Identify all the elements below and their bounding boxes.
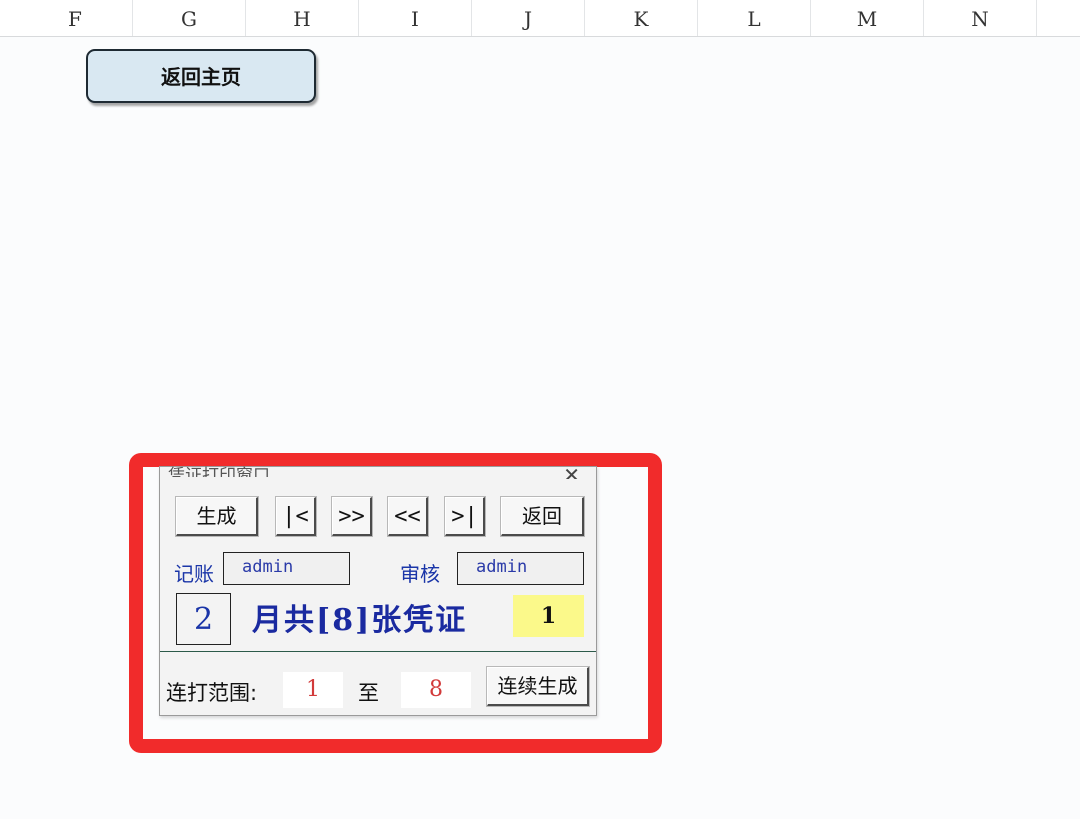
column-header-M[interactable]: M xyxy=(811,0,924,36)
bookkeeper-field[interactable]: admin xyxy=(223,552,350,585)
prev-voucher-button[interactable]: << xyxy=(387,496,429,537)
column-header-I[interactable]: I xyxy=(359,0,472,36)
range-from-field[interactable]: 1 xyxy=(283,672,343,708)
range-to-label: 至 xyxy=(358,681,379,705)
generate-button[interactable]: 生成 xyxy=(175,496,259,537)
dialog-title: 凭证打印窗口 xyxy=(168,466,270,477)
back-button[interactable]: 返回 xyxy=(500,496,585,537)
range-to-field[interactable]: 8 xyxy=(401,672,471,708)
month-field[interactable]: 2 xyxy=(176,593,231,645)
return-home-button[interactable]: 返回主页 xyxy=(86,49,316,103)
next-voucher-button[interactable]: >> xyxy=(331,496,373,537)
first-voucher-button[interactable]: |< xyxy=(275,496,317,537)
column-header-J[interactable]: J xyxy=(472,0,585,36)
column-header-bar: F G H I J K L M N xyxy=(0,0,1080,37)
bookkeeper-label: 记账 xyxy=(174,562,214,586)
close-icon[interactable]: ✕ xyxy=(563,463,580,479)
current-voucher-field[interactable]: 1 xyxy=(513,595,584,637)
divider xyxy=(160,651,596,652)
column-header-N[interactable]: N xyxy=(924,0,1037,36)
voucher-count-text: 月共[8]张凭证 xyxy=(252,603,468,638)
column-header-G[interactable]: G xyxy=(133,0,246,36)
voucher-print-dialog: 凭证打印窗口 ✕ 生成 |< >> << >| 返回 记账 admin 审核 a… xyxy=(159,463,597,716)
column-header-F[interactable]: F xyxy=(18,0,133,36)
range-label: 连打范围: xyxy=(166,681,258,705)
continuous-generate-button[interactable]: 连续生成 xyxy=(486,666,590,707)
last-voucher-button[interactable]: >| xyxy=(444,496,486,537)
column-header-K[interactable]: K xyxy=(585,0,698,36)
column-header-H[interactable]: H xyxy=(246,0,359,36)
reviewer-label: 审核 xyxy=(400,562,440,586)
column-header-L[interactable]: L xyxy=(698,0,811,36)
reviewer-field[interactable]: admin xyxy=(457,552,584,585)
